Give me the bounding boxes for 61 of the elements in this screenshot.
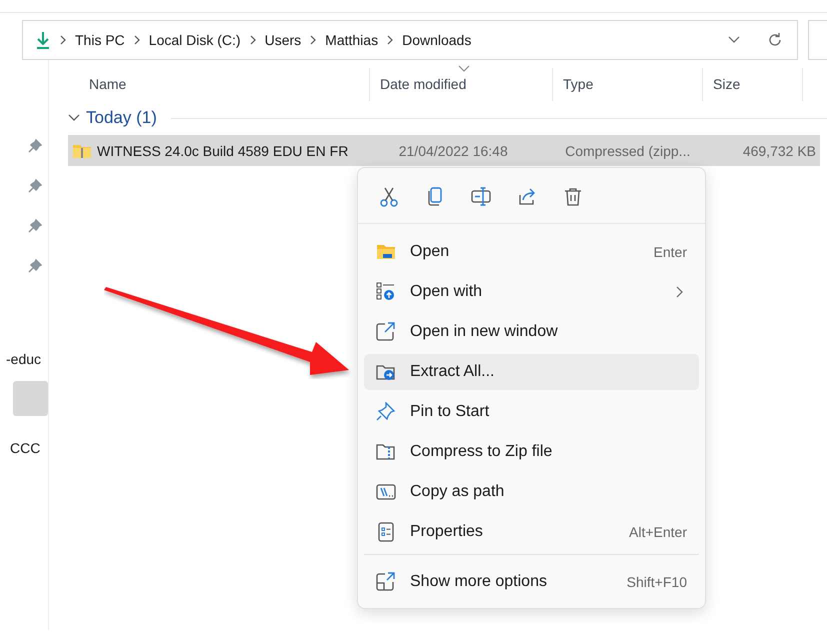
menu-label: Extract All... — [410, 363, 496, 381]
chevron-right-icon — [387, 35, 394, 45]
sort-caret-icon — [458, 65, 470, 72]
chevron-right-icon — [134, 35, 140, 45]
breadcrumb-item[interactable]: Users — [264, 32, 302, 48]
menu-label: Open — [410, 243, 450, 261]
menu-label: Pin to Start — [410, 403, 490, 421]
pin-icon — [28, 139, 42, 153]
download-icon — [35, 31, 51, 49]
menu-item[interactable]: Open Enter — [364, 234, 699, 270]
path-icon — [376, 482, 396, 502]
pin-icon — [28, 219, 42, 233]
type-cell-text: Compressed (zipp... — [564, 142, 692, 158]
new-window-icon — [376, 322, 396, 342]
date-cell-text: 21/04/2022 16:48 — [398, 142, 509, 158]
zip-folder-icon — [72, 142, 92, 158]
menu-item[interactable]: Open in new window — [364, 314, 699, 350]
menu-label: Compress to Zip file — [410, 443, 554, 461]
folder-icon — [376, 242, 396, 262]
breadcrumb-item[interactable]: Downloads — [402, 32, 472, 48]
pin-icon — [376, 402, 396, 422]
nav-item[interactable]: CCC — [10, 438, 48, 458]
breadcrumb-item[interactable]: Local Disk (C:) — [148, 32, 241, 48]
column-header[interactable]: Date modified — [370, 68, 553, 101]
column-header[interactable]: Type — [553, 68, 703, 101]
file-name: WITNESS 24.0c Build 4589 EDU EN FR — [97, 142, 348, 158]
breadcrumb-item[interactable]: Matthias — [325, 32, 378, 48]
group-header[interactable]: Today (1) — [86, 108, 157, 128]
open-with-icon — [376, 282, 396, 302]
menu-item[interactable]: Properties Alt+Enter — [364, 514, 699, 550]
dropdown-icon — [728, 36, 740, 44]
chevron-right-icon — [60, 35, 66, 45]
shortcut-text: Shift+F10 — [626, 574, 687, 590]
file-row[interactable]: WITNESS 24.0c Build 4589 EDU EN FR 21/04/2022 16:48 Compressed (zipp... 469,732 KB — [68, 135, 820, 166]
menu-label: Open in new window — [410, 323, 559, 341]
breadcrumb-item[interactable]: This PC — [75, 32, 125, 48]
menu-item[interactable]: Open with — [364, 274, 699, 310]
expand-icon — [376, 572, 396, 592]
refresh-icon — [767, 32, 783, 48]
nav-item[interactable]: -educ — [6, 349, 48, 369]
properties-icon — [376, 522, 396, 542]
menu-item[interactable]: Extract All... — [364, 354, 699, 390]
address-bar[interactable]: This PC Local Disk (C:) Users Matthias Downloads — [22, 20, 798, 60]
column-header[interactable]: Name — [68, 68, 370, 101]
menu-label: Show more options — [410, 573, 548, 591]
size-cell-text: 469,732 KB — [742, 142, 817, 158]
column-header[interactable]: Size — [703, 68, 803, 101]
menu-item[interactable]: Compress to Zip file — [364, 434, 699, 470]
chevron-right-icon — [250, 35, 256, 45]
menu-item[interactable]: Copy as path — [364, 474, 699, 510]
shortcut-text: Alt+Enter — [629, 524, 687, 540]
zip-folder-icon — [376, 442, 396, 462]
menu-label: Properties — [410, 523, 484, 541]
pin-icon — [28, 179, 42, 193]
menu-label: Copy as path — [410, 483, 506, 501]
menu-item[interactable]: Show more options Shift+F10 — [364, 564, 699, 600]
menu-label: Open with — [410, 283, 484, 301]
menu-item[interactable]: Pin to Start — [364, 394, 699, 430]
shortcut-text: Enter — [654, 244, 687, 260]
pin-icon — [28, 259, 42, 273]
chevron-right-icon — [310, 35, 316, 45]
